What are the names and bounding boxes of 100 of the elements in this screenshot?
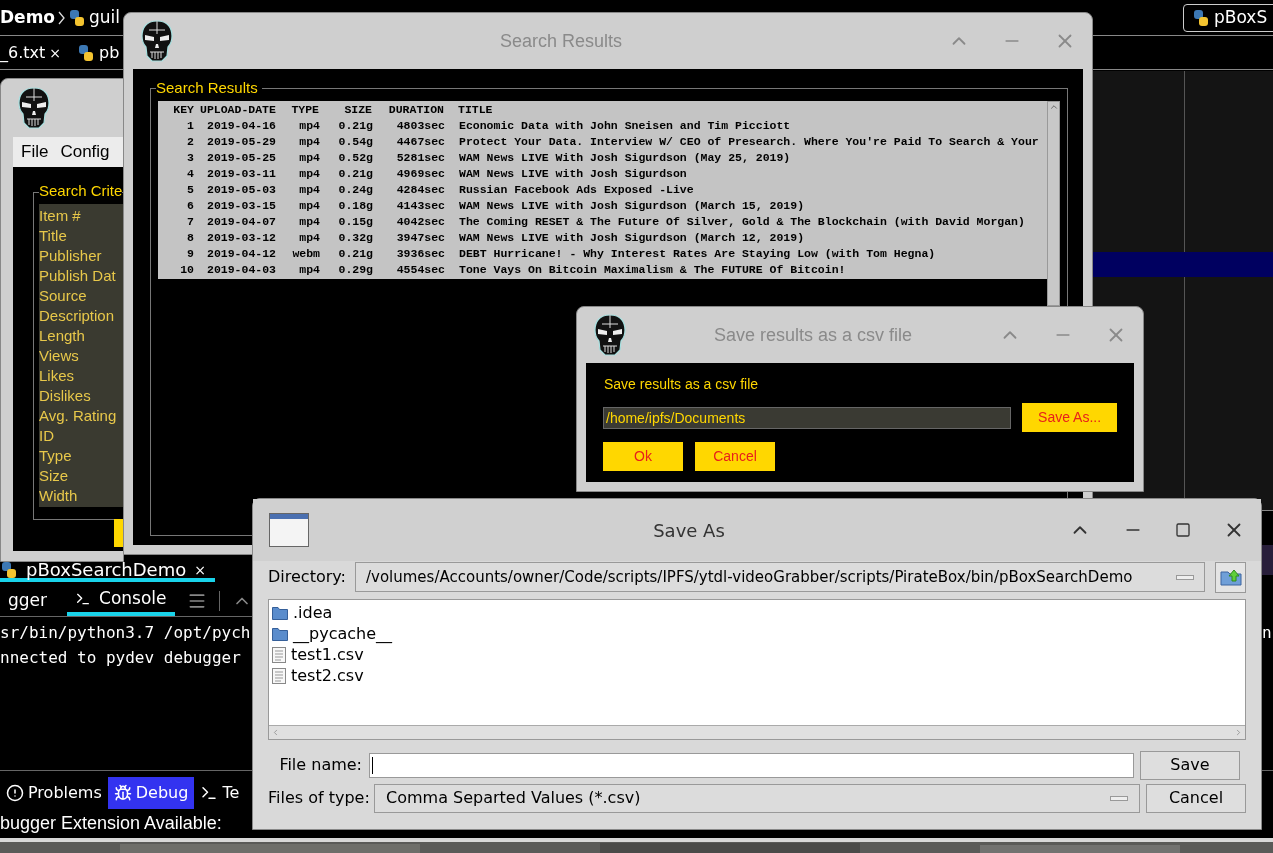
console-tab[interactable]: gger <box>0 585 56 616</box>
breadcrumb-item[interactable]: guil <box>89 4 121 31</box>
table-cell-text: TYPE <box>290 102 319 118</box>
list-item[interactable]: Views <box>39 346 123 366</box>
directory-entry[interactable]: .idea <box>272 602 1245 623</box>
table-cell-text: mp4 <box>298 214 320 230</box>
table-cell-text: 2019-04-07 <box>207 214 277 230</box>
table-cell-text: 2019-04-12 <box>207 246 277 262</box>
table-cell-text: 0.29g <box>337 262 373 278</box>
folder-icon <box>272 605 288 620</box>
table-cell-text: 2019-03-11 <box>207 166 277 182</box>
list-item[interactable]: Publisher <box>39 246 123 266</box>
list-item[interactable]: Length <box>39 326 123 346</box>
file-list[interactable]: .idea __pycache__ test1.csv test2.csv <box>268 599 1246 740</box>
menu-item[interactable]: File <box>21 139 49 165</box>
python-file-icon <box>68 8 87 27</box>
file-type-label: Files of type: <box>268 787 371 809</box>
editor-tab[interactable]: pb <box>77 41 120 65</box>
table-cell: Protect Your Data. Interview W/ CEO of Presearch. Where You're Paid To Search & Your <box>459 134 1039 150</box>
scroll-up-icon[interactable] <box>1048 102 1059 112</box>
list-item[interactable]: Title <box>39 226 123 246</box>
list-item[interactable]: Type <box>39 446 123 466</box>
list-item[interactable]: Width <box>39 486 123 506</box>
table-cell-text: 0.52g <box>337 150 373 166</box>
list-item[interactable]: Description <box>39 306 123 326</box>
table-cell-text: mp4 <box>298 150 320 166</box>
python-file-icon <box>0 561 18 579</box>
table-cell-text: 0.21g <box>337 118 373 134</box>
table-cell-text: KEY <box>172 102 194 118</box>
chevron-icon <box>58 10 66 25</box>
cancel-button[interactable]: Cancel <box>1146 783 1246 813</box>
skull-icon <box>140 20 174 62</box>
table-cell: WAM News LIVE with Josh Sigurdson (March 15, 2019) <box>459 198 805 214</box>
directory-entry[interactable]: test1.csv <box>272 644 1245 665</box>
alert-icon <box>6 784 24 802</box>
editor-tab[interactable]: _6.txt × <box>0 41 61 65</box>
list-item[interactable]: Avg. Rating <box>39 406 123 426</box>
table-cell: DEBT Hurricane! - Why Interest Rates Are Staying Low (with Tom Hegna) <box>459 246 936 262</box>
list-item[interactable]: Size <box>39 466 123 486</box>
scroll-right-icon[interactable] <box>1234 728 1243 737</box>
directory-dropdown[interactable]: /volumes/Accounts/owner/Code/scripts/IPFS/ytdl-videoGrabber/scripts/PirateBox/bin/pBoxSearchDemo <box>354 562 1205 592</box>
table-cell-text: 2019-05-29 <box>207 134 277 150</box>
tool-tab[interactable]: Te <box>194 777 246 809</box>
window-icon <box>269 513 309 547</box>
table-cell-text: 0.18g <box>337 198 373 214</box>
table-cell-text: 0.21g <box>337 166 373 182</box>
save-button[interactable]: Save <box>1140 750 1240 780</box>
table-cell-text: mp4 <box>298 118 320 134</box>
results-list[interactable] <box>158 101 1047 279</box>
document-icon <box>272 667 286 684</box>
maximize-icon[interactable] <box>1175 522 1191 538</box>
table-cell: TITLE <box>458 102 493 118</box>
frame-title: Search Results <box>156 80 262 95</box>
table-cell-text: 4042sec <box>395 214 445 230</box>
window-title: Save As <box>652 518 726 543</box>
scrollbar[interactable] <box>1047 101 1060 306</box>
table-cell-text: 3 <box>186 150 194 166</box>
tool-tab[interactable]: Problems <box>0 777 108 809</box>
table-cell: Russian Facebook Ads Exposed -Live <box>459 182 694 198</box>
table-cell: Tone Vays On Bitcoin Maximalism & The FUTURE Of Bitcoin! <box>459 262 846 278</box>
table-cell-text: mp4 <box>298 182 320 198</box>
tool-tab[interactable]: Debug <box>107 777 195 809</box>
path-field[interactable]: /home/ipfs/Documents <box>603 406 1012 429</box>
table-cell-text: webm <box>291 246 320 262</box>
list-item[interactable]: Item # <box>39 206 123 226</box>
table-cell: WAM News LIVE with Josh Sigurdson (March 12, 2019) <box>459 230 805 246</box>
python-file-icon <box>77 44 95 62</box>
list-item[interactable]: Source <box>39 286 123 306</box>
table-cell-text: mp4 <box>298 198 320 214</box>
table-cell-text: 6 <box>186 198 194 214</box>
table-cell-text: 5 <box>186 182 194 198</box>
list-item[interactable]: Publish Dat <box>39 266 123 286</box>
table-cell-text: mp4 <box>298 262 320 278</box>
list-item[interactable]: Likes <box>39 366 123 386</box>
table-cell-text: 0.15g <box>337 214 373 230</box>
table-cell-text: 2 <box>186 134 194 150</box>
up-folder-button[interactable] <box>1215 561 1246 593</box>
scroll-left-icon[interactable] <box>271 728 280 737</box>
skull-icon <box>17 87 51 129</box>
list-item[interactable]: ID <box>39 426 123 446</box>
window-title: Search Results <box>498 29 624 53</box>
file-type-dropdown[interactable]: Comma Separted Values (*.csv) <box>374 783 1140 813</box>
table-cell-text: 3936sec <box>395 246 445 262</box>
breadcrumb-item[interactable]: Demo <box>0 4 56 31</box>
list-item[interactable]: Dislikes <box>39 386 123 406</box>
table-cell-text: 2019-05-25 <box>207 150 277 166</box>
table-cell-text: 1 <box>186 118 194 134</box>
table-cell-text: 4467sec <box>395 134 445 150</box>
console-line: nnected to pydev debugger <box>0 647 242 669</box>
directory-entry[interactable]: test2.csv <box>272 665 1245 686</box>
console-tab[interactable]: Console <box>67 585 175 616</box>
table-cell-text: 4 <box>186 166 194 182</box>
folder-up-icon <box>1219 568 1242 586</box>
menu-item[interactable]: Config <box>60 139 110 165</box>
horizontal-scrollbar[interactable] <box>269 725 1245 739</box>
table-cell-text: mp4 <box>298 166 320 182</box>
table-cell: WAM News LIVE with Josh Sigurdson <box>459 166 687 182</box>
file-name-field[interactable] <box>369 752 1134 778</box>
run-config-button[interactable]: pBoxS <box>1183 3 1273 32</box>
directory-entry[interactable]: __pycache__ <box>272 623 1245 644</box>
